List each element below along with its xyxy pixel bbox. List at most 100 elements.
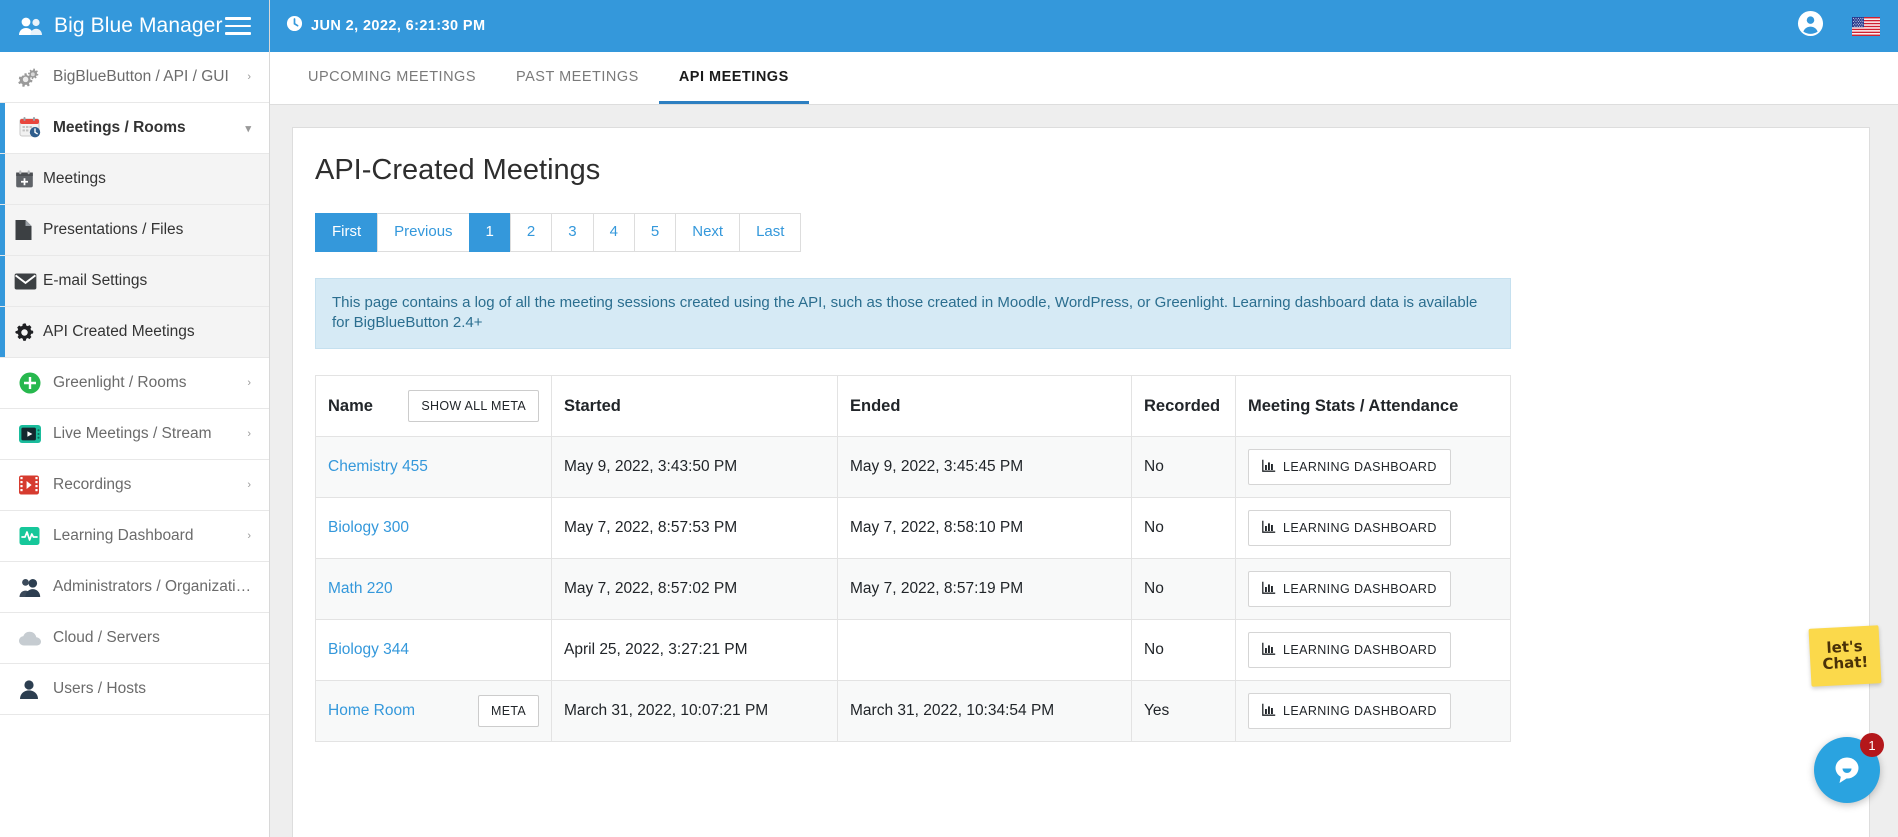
meta-button[interactable]: META [478, 695, 539, 728]
learning-dashboard-button[interactable]: LEARNING DASHBOARD [1248, 693, 1451, 730]
pagination: First Previous 1 2 3 4 5 Next Last [315, 213, 1847, 252]
cell-name: Biology 344 [315, 619, 552, 682]
tab-api-meetings[interactable]: API MEETINGS [658, 52, 809, 104]
pagination-first[interactable]: First [315, 213, 378, 252]
pagination-page-4[interactable]: 4 [592, 213, 634, 252]
cell-meeting-stats: LEARNING DASHBOARD [1235, 680, 1511, 743]
gear-icon [14, 322, 38, 343]
lets-chat-sticky-note[interactable]: let's Chat! [1808, 625, 1882, 687]
tab-past-meetings[interactable]: PAST MEETINGS [496, 52, 659, 104]
us-flag-icon[interactable] [1852, 16, 1880, 36]
meeting-name-link[interactable]: Math 220 [328, 580, 393, 598]
sidebar-item-bigbluebutton-api-gui[interactable]: BigBlueButton / API / GUI › [0, 52, 269, 103]
calendar-clock-icon [18, 116, 48, 140]
active-accent-bar [0, 103, 5, 153]
active-accent-bar [0, 256, 5, 306]
sidebar-item-label: Administrators / Organizati… [53, 578, 252, 595]
learning-dashboard-label: LEARNING DASHBOARD [1283, 460, 1437, 475]
cell-ended: March 31, 2022, 10:34:54 PM [837, 680, 1132, 743]
top-bar: JUN 2, 2022, 6:21:30 PM [270, 0, 1898, 52]
cell-ended: May 7, 2022, 8:57:19 PM [837, 558, 1132, 621]
pagination-page-1[interactable]: 1 [468, 213, 510, 252]
cell-name: Math 220 [315, 558, 552, 621]
sidebar-item-label: API Created Meetings [43, 323, 195, 340]
sidebar-item-api-created-meetings[interactable]: API Created Meetings [0, 307, 269, 358]
cell-name: Home Room META [315, 680, 552, 743]
learning-dashboard-button[interactable]: LEARNING DASHBOARD [1248, 510, 1451, 547]
top-bar-actions [1797, 10, 1880, 42]
sidebar-item-recordings[interactable]: Recordings › [0, 460, 269, 511]
sidebar-item-administrators-organizations[interactable]: Administrators / Organizati… [0, 562, 269, 613]
cell-started: May 7, 2022, 8:57:02 PM [551, 558, 838, 621]
cell-started: April 25, 2022, 3:27:21 PM [551, 619, 838, 682]
chevron-right-icon: › [247, 71, 251, 83]
clock-display: JUN 2, 2022, 6:21:30 PM [286, 15, 485, 37]
pagination-page-3[interactable]: 3 [551, 213, 593, 252]
sidebar: Big Blue Manager BigBlueButton / API / G… [0, 0, 270, 837]
sidebar-item-learning-dashboard[interactable]: Learning Dashboard › [0, 511, 269, 562]
sidebar-item-meetings-rooms[interactable]: Meetings / Rooms ▾ [0, 103, 269, 154]
bar-chart-icon [1262, 703, 1276, 719]
hamburger-icon[interactable] [225, 17, 251, 35]
cell-name: Chemistry 455 [315, 436, 552, 499]
tab-upcoming-meetings[interactable]: UPCOMING MEETINGS [288, 52, 496, 104]
brand-title: Big Blue Manager [54, 14, 223, 37]
content-scroll-area[interactable]: API-Created Meetings First Previous 1 2 … [270, 105, 1898, 837]
learning-dashboard-label: LEARNING DASHBOARD [1283, 521, 1437, 536]
sidebar-item-email-settings[interactable]: E-mail Settings [0, 256, 269, 307]
show-all-meta-button[interactable]: SHOW ALL META [408, 390, 539, 423]
sidebar-item-label: Meetings / Rooms [53, 119, 186, 136]
meeting-name-link[interactable]: Chemistry 455 [328, 458, 428, 476]
sidebar-item-presentations-files[interactable]: Presentations / Files [0, 205, 269, 256]
chat-note-line2: Chat! [1822, 652, 1869, 674]
learning-dashboard-button[interactable]: LEARNING DASHBOARD [1248, 449, 1451, 486]
pagination-page-5[interactable]: 5 [633, 213, 676, 252]
sidebar-item-live-meetings-stream[interactable]: Live Meetings / Stream › [0, 409, 269, 460]
sidebar-item-label: Live Meetings / Stream [53, 425, 212, 442]
meeting-name-link[interactable]: Home Room [328, 702, 415, 720]
learning-dashboard-button[interactable]: LEARNING DASHBOARD [1248, 632, 1451, 669]
sidebar-item-meetings[interactable]: Meetings [0, 154, 269, 205]
api-meetings-table: Name SHOW ALL META Started Ended Recorde… [315, 375, 1511, 743]
cell-name: Biology 300 [315, 497, 552, 560]
column-header-started: Started [551, 375, 838, 438]
pagination-last[interactable]: Last [739, 213, 802, 252]
chevron-right-icon: › [247, 479, 251, 491]
tab-bar: UPCOMING MEETINGS PAST MEETINGS API MEET… [270, 52, 1898, 105]
sidebar-item-label: Learning Dashboard [53, 527, 194, 544]
account-circle-icon[interactable] [1797, 10, 1824, 42]
table-row: Math 220 May 7, 2022, 8:57:02 PM May 7, … [315, 558, 1511, 621]
users-icon [18, 13, 44, 39]
meeting-name-link[interactable]: Biology 344 [328, 641, 409, 659]
plus-circle-icon [18, 371, 48, 395]
chevron-right-icon: › [247, 530, 251, 542]
bar-chart-icon [1262, 520, 1276, 536]
learning-dashboard-label: LEARNING DASHBOARD [1283, 582, 1437, 597]
table-head: Name SHOW ALL META Started Ended Recorde… [315, 375, 1511, 438]
sidebar-item-label: Meetings [43, 170, 106, 187]
calendar-plus-icon [14, 169, 38, 190]
column-header-meeting-stats: Meeting Stats / Attendance [1235, 375, 1511, 438]
table-body: Chemistry 455 May 9, 2022, 3:43:50 PM Ma… [315, 436, 1511, 743]
sidebar-item-greenlight-rooms[interactable]: Greenlight / Rooms › [0, 358, 269, 409]
sidebar-item-label: Presentations / Files [43, 221, 184, 238]
meeting-name-link[interactable]: Biology 300 [328, 519, 409, 537]
cell-recorded: Yes [1131, 680, 1236, 743]
bar-chart-icon [1262, 642, 1276, 658]
user-icon [18, 679, 48, 700]
pagination-previous[interactable]: Previous [377, 213, 469, 252]
sidebar-item-cloud-servers[interactable]: Cloud / Servers [0, 613, 269, 664]
people-icon [18, 577, 48, 598]
cell-meeting-stats: LEARNING DASHBOARD [1235, 436, 1511, 499]
learning-dashboard-button[interactable]: LEARNING DASHBOARD [1248, 571, 1451, 608]
sidebar-item-users-hosts[interactable]: Users / Hosts [0, 664, 269, 715]
table-row: Biology 300 May 7, 2022, 8:57:53 PM May … [315, 497, 1511, 560]
pagination-page-2[interactable]: 2 [509, 213, 552, 252]
column-header-name-label: Name [328, 396, 373, 415]
pagination-next[interactable]: Next [675, 213, 740, 252]
bar-chart-icon [1262, 459, 1276, 475]
current-datetime: JUN 2, 2022, 6:21:30 PM [311, 18, 486, 34]
chat-unread-badge: 1 [1860, 733, 1884, 757]
column-header-recorded: Recorded [1131, 375, 1236, 438]
cell-started: May 7, 2022, 8:57:53 PM [551, 497, 838, 560]
